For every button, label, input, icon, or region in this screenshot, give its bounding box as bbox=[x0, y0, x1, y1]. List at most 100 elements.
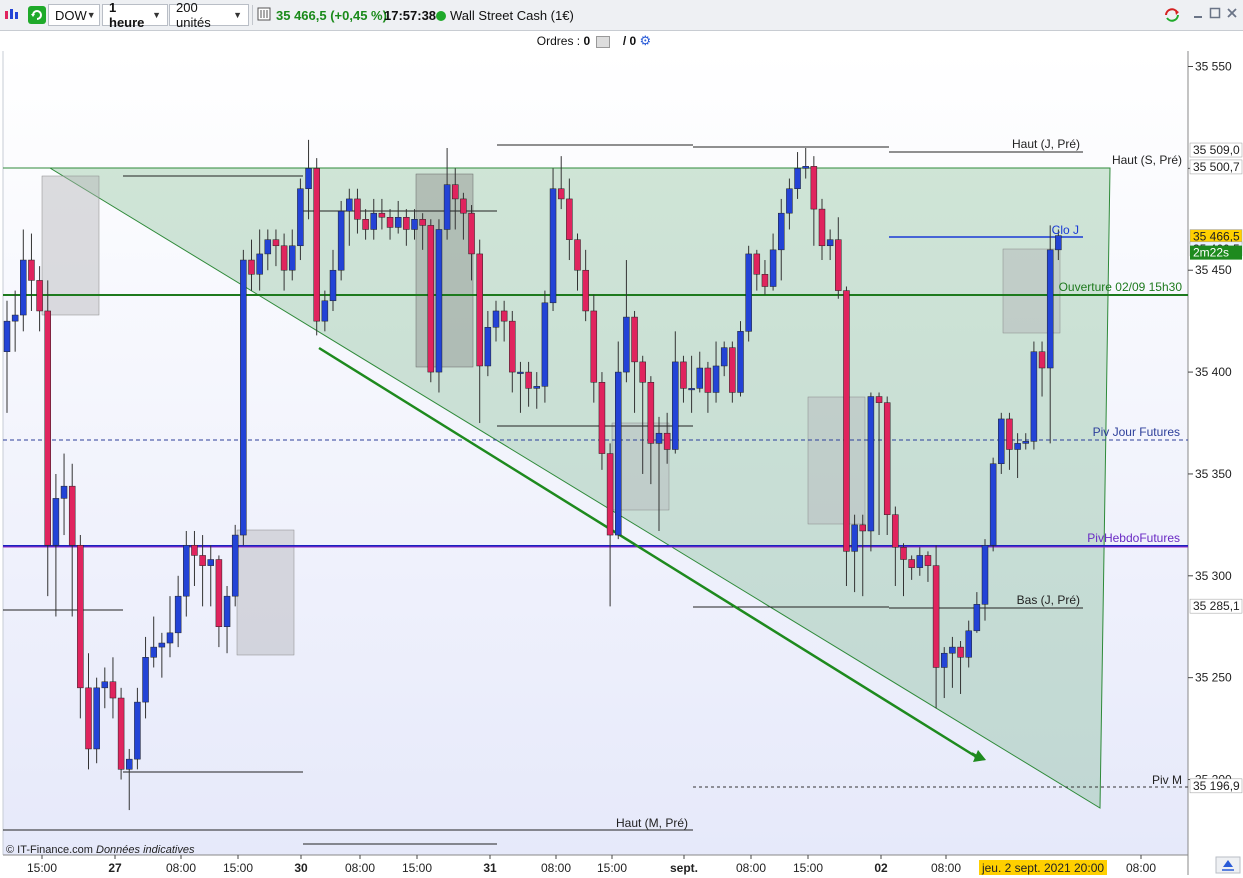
settings-icon[interactable] bbox=[256, 7, 272, 23]
candle-body bbox=[639, 361, 646, 383]
candle-body bbox=[663, 432, 671, 450]
candle-body bbox=[696, 367, 703, 389]
candle[interactable] bbox=[427, 219, 435, 383]
overlap-label: PivHebdoFutures bbox=[1087, 531, 1180, 545]
candle-body bbox=[729, 347, 736, 393]
candle[interactable] bbox=[549, 168, 557, 311]
candle-body bbox=[223, 595, 231, 627]
chart-type-icon[interactable] bbox=[4, 7, 20, 23]
candle-body bbox=[1022, 441, 1029, 444]
symbol-value: DOW bbox=[55, 7, 87, 23]
orders-box-icon[interactable] bbox=[595, 35, 610, 48]
candle-body bbox=[256, 253, 263, 275]
units-select[interactable]: 200 unités ▼ bbox=[169, 0, 249, 30]
refresh-icon[interactable] bbox=[28, 6, 46, 24]
current-time-label: jeu. 2 sept. 2021 20:00 bbox=[981, 861, 1104, 875]
candle-body bbox=[916, 555, 924, 568]
zone-box[interactable] bbox=[236, 529, 295, 656]
candle-body bbox=[737, 331, 744, 393]
price-tick-label: 35 450 bbox=[1195, 263, 1232, 277]
candle-body bbox=[892, 514, 899, 548]
candle-body bbox=[590, 310, 598, 383]
candle-body bbox=[1030, 351, 1038, 442]
candle-body bbox=[1038, 351, 1046, 369]
price-marker-label: 35 285,1 bbox=[1193, 599, 1240, 613]
candle-body bbox=[704, 367, 712, 393]
time-tick-label: 15:00 bbox=[597, 861, 627, 875]
candle-body bbox=[549, 188, 557, 304]
candle-body bbox=[174, 595, 182, 634]
candle[interactable] bbox=[883, 396, 891, 536]
candle-body bbox=[745, 253, 752, 332]
candle-body bbox=[183, 544, 190, 597]
candle-body bbox=[778, 212, 785, 251]
candle-body bbox=[468, 212, 475, 255]
candle-body bbox=[957, 646, 964, 658]
time-axis[interactable]: 15:00 27 08:00 15:00 30 08:00 15:00 31 08:00 15:0… bbox=[27, 855, 1156, 875]
zone-box[interactable] bbox=[807, 396, 866, 525]
toolbar-divider bbox=[252, 5, 253, 25]
candle-body bbox=[500, 310, 508, 322]
orders-bar: Ordres : 0 / 0 ⚙ bbox=[0, 31, 1188, 51]
timeframe-select[interactable]: 1 heure ▼ bbox=[102, 0, 168, 30]
piv-jour-label: Piv Jour Futures bbox=[1093, 425, 1180, 439]
candle-body bbox=[337, 210, 345, 271]
candle[interactable] bbox=[745, 245, 752, 342]
close-icon[interactable] bbox=[1224, 7, 1240, 23]
candle-body bbox=[606, 453, 614, 536]
candle[interactable] bbox=[989, 457, 997, 552]
candle-body bbox=[117, 697, 125, 770]
candle-body bbox=[525, 371, 532, 389]
price-axis[interactable]: 35 55035 50035 45035 40035 35035 30035 2… bbox=[1188, 60, 1243, 794]
candle-body bbox=[753, 253, 761, 275]
candle-body bbox=[941, 652, 948, 668]
candle-body bbox=[484, 327, 492, 367]
candle-body bbox=[761, 274, 769, 287]
time-tick-label: 15:00 bbox=[223, 861, 253, 875]
candle-body bbox=[191, 544, 198, 556]
candle[interactable] bbox=[117, 687, 125, 780]
candle[interactable] bbox=[240, 249, 247, 546]
candle-body bbox=[77, 544, 84, 689]
candle-body bbox=[297, 188, 304, 247]
candle[interactable] bbox=[541, 290, 549, 403]
price-marker-label: 35 509,0 bbox=[1193, 143, 1240, 157]
candle[interactable] bbox=[1030, 341, 1038, 450]
orders-settings-icon[interactable]: ⚙ bbox=[640, 33, 652, 48]
candle-body bbox=[631, 316, 638, 363]
bas-j-label: Bas (J, Pré) bbox=[1017, 593, 1080, 607]
time-tick-label: 08:00 bbox=[541, 861, 571, 875]
time-tick-label: 08:00 bbox=[345, 861, 375, 875]
orders-label: Ordres : bbox=[536, 34, 581, 48]
candle[interactable] bbox=[435, 219, 443, 393]
units-value: 200 unités bbox=[176, 0, 211, 30]
candle-body bbox=[1014, 443, 1021, 450]
candle-body bbox=[875, 396, 883, 403]
symbol-select[interactable]: DOW ▼ bbox=[48, 4, 100, 26]
minimize-icon[interactable] bbox=[1190, 7, 1206, 23]
candle-body bbox=[109, 681, 117, 699]
candle-body bbox=[134, 701, 141, 760]
candle[interactable] bbox=[231, 524, 239, 607]
price-tick-label: 35 350 bbox=[1195, 467, 1232, 481]
candle[interactable] bbox=[843, 286, 850, 586]
candle[interactable] bbox=[313, 158, 320, 336]
candle[interactable] bbox=[737, 321, 744, 397]
instrument-name: Wall Street Cash (1€) bbox=[450, 8, 574, 23]
candle-body bbox=[843, 290, 850, 552]
maximize-icon[interactable] bbox=[1207, 7, 1223, 23]
sync-icon[interactable] bbox=[1163, 7, 1179, 23]
candle-body bbox=[329, 269, 337, 302]
chart-canvas[interactable]: Haut (J, Pré) Haut (S, Pré) Clo J Ouvert… bbox=[0, 51, 1243, 875]
chevron-down-icon: ▼ bbox=[152, 10, 161, 20]
candle-body bbox=[435, 229, 443, 373]
candle-body bbox=[557, 188, 565, 200]
time-tick-label: 15:00 bbox=[793, 861, 823, 875]
scroll-up-icon[interactable] bbox=[1215, 856, 1241, 874]
price-chart[interactable]: Haut (J, Pré) Haut (S, Pré) Clo J Ouvert… bbox=[0, 51, 1243, 875]
candle-body bbox=[949, 646, 956, 654]
candle[interactable] bbox=[337, 200, 345, 281]
candle-body bbox=[476, 253, 483, 367]
candle[interactable] bbox=[867, 392, 875, 552]
candle-body bbox=[240, 259, 247, 536]
